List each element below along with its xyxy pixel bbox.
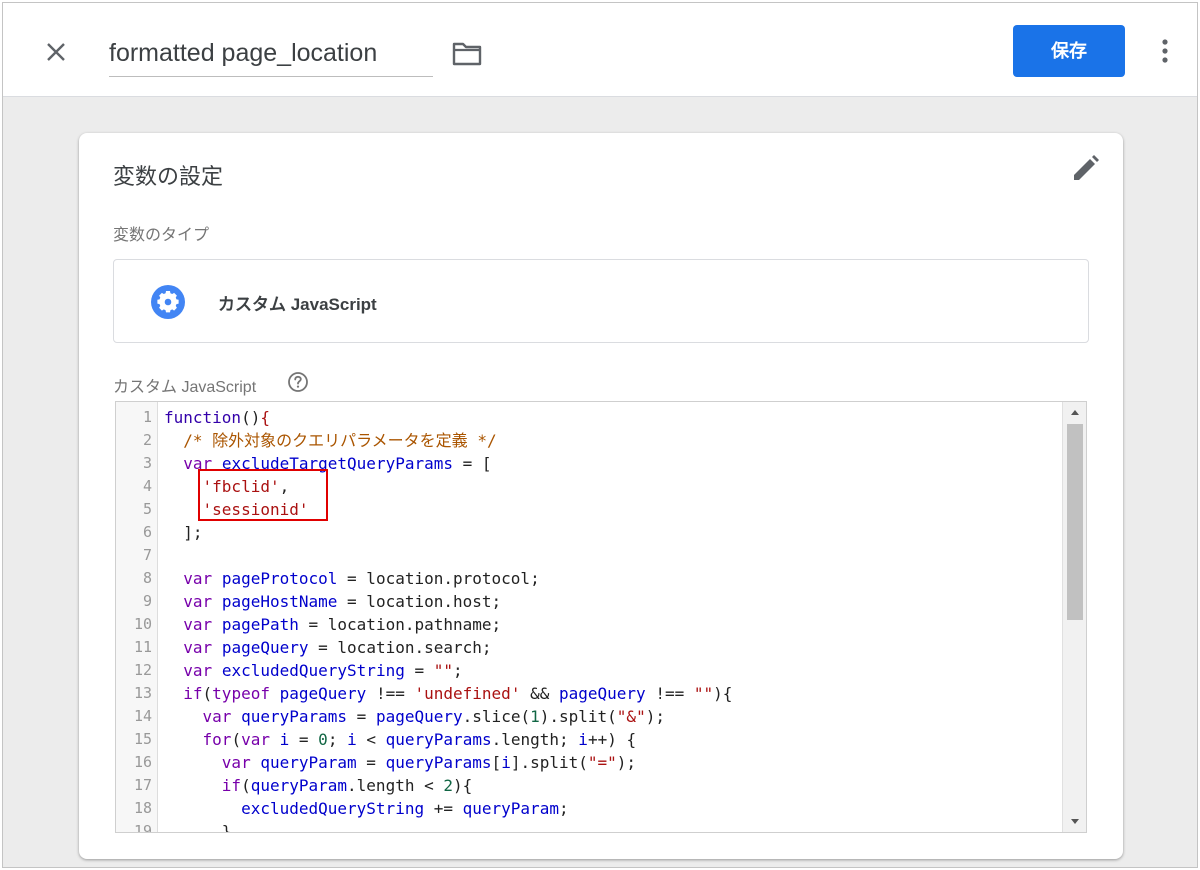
line-number: 18 xyxy=(133,799,152,817)
card-title: 変数の設定 xyxy=(113,164,224,189)
top-bar: formatted page_location 保存 xyxy=(3,3,1197,97)
code-line: 10 var pagePath = location.pathname; xyxy=(116,613,1062,636)
variable-name-title[interactable]: formatted page_location xyxy=(109,31,433,75)
code-line: 9 var pageHostName = location.host; xyxy=(116,590,1062,613)
code-line: 1 function(){ xyxy=(116,406,1062,429)
code-line: 8 var pageProtocol = location.protocol; xyxy=(116,567,1062,590)
code-text: for(var i = 0; i < queryParams.length; i… xyxy=(202,730,637,749)
code-text: var pageHostName = location.host; xyxy=(183,592,502,611)
line-number: 15 xyxy=(133,730,152,748)
code-text: var queryParams = pageQuery.slice(1).spl… xyxy=(202,707,665,726)
app-frame: formatted page_location 保存 変数の設定 変数のタイプ xyxy=(2,2,1198,868)
editor-scrollbar[interactable] xyxy=(1062,402,1086,832)
code-text: if(typeof pageQuery !== 'undefined' && p… xyxy=(183,684,733,703)
folder-icon xyxy=(452,42,482,66)
line-number: 14 xyxy=(133,707,152,725)
edit-button[interactable] xyxy=(1069,153,1101,185)
line-number: 10 xyxy=(133,615,152,633)
save-button[interactable]: 保存 xyxy=(1013,25,1125,77)
line-number: 8 xyxy=(142,569,152,587)
code-line: 16 var queryParam = queryParams[i].split… xyxy=(116,751,1062,774)
gear-icon xyxy=(150,284,186,320)
arrow-down-icon xyxy=(1071,819,1079,824)
line-number: 11 xyxy=(133,638,152,656)
code-line: 17 if(queryParam.length < 2){ xyxy=(116,774,1062,797)
code-line: 12 var excludedQueryString = ""; xyxy=(116,659,1062,682)
code-line: 13 if(typeof pageQuery !== 'undefined' &… xyxy=(116,682,1062,705)
line-number: 17 xyxy=(133,776,152,794)
line-number: 7 xyxy=(142,546,152,564)
code-text: ]; xyxy=(164,523,203,542)
code-text: var pagePath = location.pathname; xyxy=(183,615,502,634)
arrow-up-icon xyxy=(1071,410,1079,415)
line-number: 12 xyxy=(133,661,152,679)
variable-config-card: 変数の設定 変数のタイプ カスタム JavaScript カスタム JavaSc… xyxy=(79,133,1123,859)
variable-type-name: カスタム JavaScript xyxy=(218,295,377,314)
line-number: 1 xyxy=(142,408,152,426)
code-text: excludedQueryString += queryParam; xyxy=(241,799,569,818)
code-line: 14 var queryParams = pageQuery.slice(1).… xyxy=(116,705,1062,728)
help-button[interactable] xyxy=(287,371,309,393)
pencil-icon xyxy=(1074,155,1099,180)
scroll-thumb[interactable] xyxy=(1067,424,1083,620)
line-number: 4 xyxy=(142,477,152,495)
line-number: 3 xyxy=(142,454,152,472)
line-number: 9 xyxy=(142,592,152,610)
highlight-annotation-box xyxy=(198,469,328,521)
code-editor[interactable]: 1 function(){ 2 /* 除外対象のクエリパラメータを定義 */ 3 va… xyxy=(115,401,1087,833)
code-line: 6 ]; xyxy=(116,521,1062,544)
code-text: } xyxy=(164,822,232,833)
more-vert-icon xyxy=(1162,39,1168,63)
variable-type-selector[interactable]: カスタム JavaScript xyxy=(113,259,1089,343)
code-line: 11 var pageQuery = location.search; xyxy=(116,636,1062,659)
close-icon xyxy=(47,43,65,61)
title-field[interactable]: formatted page_location xyxy=(109,31,433,77)
code-text: var pageProtocol = location.protocol; xyxy=(183,569,540,588)
scroll-up-button[interactable] xyxy=(1063,402,1086,422)
code-text: var pageQuery = location.search; xyxy=(183,638,492,657)
line-number: 2 xyxy=(142,431,152,449)
folder-button[interactable] xyxy=(451,39,483,67)
help-circle-icon xyxy=(288,372,308,392)
code-line: 15 for(var i = 0; i < queryParams.length… xyxy=(116,728,1062,751)
code-line: 7 xyxy=(116,544,1062,567)
line-number: 6 xyxy=(142,523,152,541)
code-label: カスタム JavaScript xyxy=(113,379,257,396)
line-number: 5 xyxy=(142,500,152,518)
close-button[interactable] xyxy=(41,37,71,67)
variable-type-label: 変数のタイプ xyxy=(113,227,210,244)
scroll-down-button[interactable] xyxy=(1063,812,1086,832)
code-line: 2 /* 除外対象のクエリパラメータを定義 */ xyxy=(116,429,1062,452)
code-text: function(){ xyxy=(164,408,270,427)
more-options-button[interactable] xyxy=(1153,37,1177,65)
code-text: if(queryParam.length < 2){ xyxy=(221,776,473,795)
line-number: 13 xyxy=(133,684,152,702)
code-text: /* 除外対象のクエリパラメータを定義 */ xyxy=(183,431,497,450)
line-number: 19 xyxy=(133,822,152,833)
code-line: 18 excludedQueryString += queryParam; xyxy=(116,797,1062,820)
line-number: 16 xyxy=(133,753,152,771)
code-text: var queryParam = queryParams[i].split("=… xyxy=(221,753,637,772)
code-line: 19 } xyxy=(116,820,1062,833)
code-text: var excludedQueryString = ""; xyxy=(183,661,463,680)
